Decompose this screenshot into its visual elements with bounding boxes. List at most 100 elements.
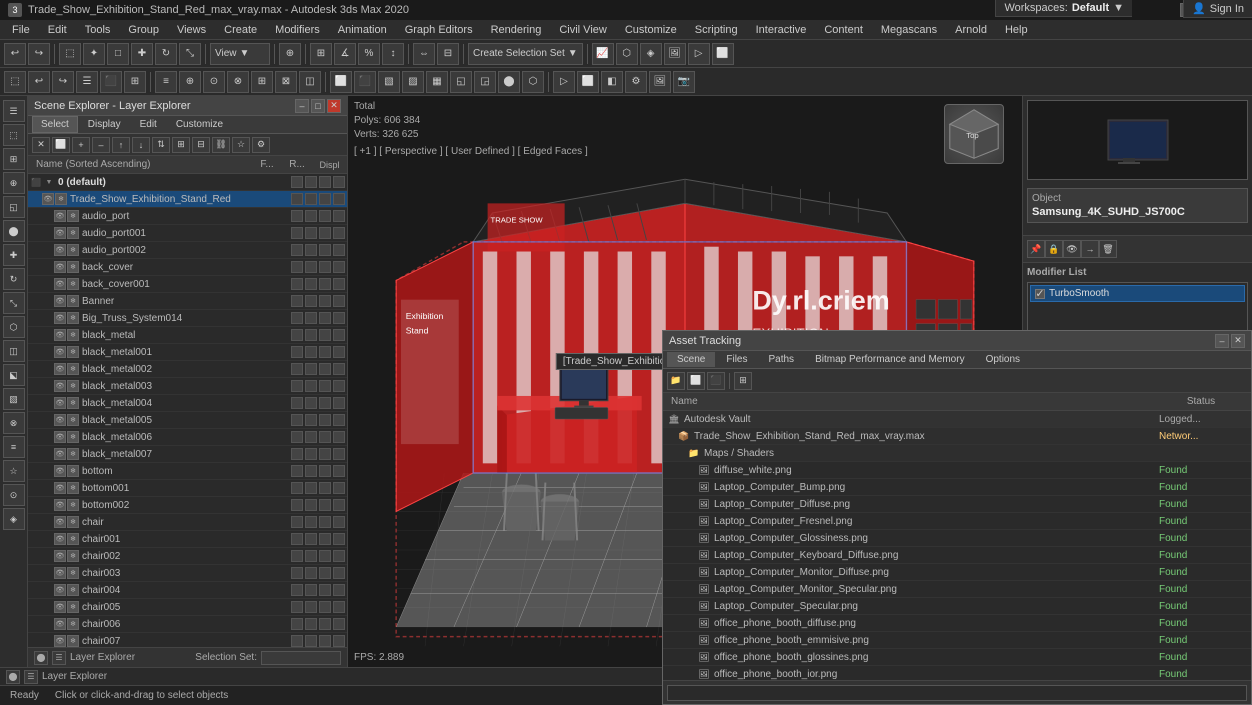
scene-col-icon[interactable] [319,397,331,409]
left-btn-11[interactable]: ◫ [3,340,25,362]
scene-col-icon[interactable] [333,176,345,188]
scene-freeze-icon[interactable]: ❄ [67,465,79,477]
scene-col-icon[interactable] [319,601,331,613]
scene-col-icon[interactable] [291,397,303,409]
scene-eye-icon[interactable]: 👁 [54,363,66,375]
asset-panel-close[interactable]: ✕ [1231,334,1245,348]
scene-row[interactable]: 👁❄Big_Truss_System014 [28,310,347,327]
asset-tab-options[interactable]: Options [976,352,1030,367]
menu-views[interactable]: Views [169,22,214,38]
tb2-btn21[interactable]: ⬤ [498,71,520,93]
menu-group[interactable]: Group [120,22,167,38]
scene-col-icon[interactable] [291,295,303,307]
scene-freeze-icon[interactable]: ❄ [67,278,79,290]
scene-col-icon[interactable] [319,618,331,630]
selection-set-input[interactable] [261,651,341,665]
scene-col-icon[interactable] [319,431,331,443]
asset-tb-btn3[interactable]: ⬛ [707,372,725,390]
scene-col-icon[interactable] [305,550,317,562]
menu-content[interactable]: Content [816,22,871,38]
align-button[interactable]: ⊟ [437,43,459,65]
scene-eye-icon[interactable]: 👁 [54,329,66,341]
scene-col-icon[interactable] [333,227,345,239]
scene-col-icon[interactable] [291,499,303,511]
navigation-cube[interactable]: Top [944,104,1014,174]
scene-col-icon[interactable] [305,584,317,596]
scene-row[interactable]: 👁❄chair005 [28,599,347,616]
menu-graph-editors[interactable]: Graph Editors [397,22,481,38]
tb2-btn5[interactable]: ⬛ [100,71,122,93]
asset-row[interactable]: 🖼office_phone_booth_diffuse.pngFound [663,615,1251,632]
pivot-button[interactable]: ⊕ [279,43,301,65]
left-btn-7[interactable]: ✚ [3,244,25,266]
scene-col-icon[interactable] [333,601,345,613]
scene-row[interactable]: 👁❄black_metal006 [28,429,347,446]
scene-eye-icon[interactable]: 👁 [54,244,66,256]
scene-eye-icon[interactable]: 👁 [54,295,66,307]
snap-toggle-button[interactable]: ⊞ [310,43,332,65]
scene-footer-btn2[interactable]: ☰ [52,651,66,665]
scene-col-icon[interactable] [305,431,317,443]
scene-col-icon[interactable] [305,448,317,460]
left-btn-10[interactable]: ⬡ [3,316,25,338]
scene-row[interactable]: 👁❄back_cover [28,259,347,276]
mirror-button[interactable]: ⇔ [413,43,435,65]
workspaces-dropdown-icon[interactable]: ▼ [1113,2,1124,14]
asset-row[interactable]: 🖼office_phone_booth_emmisive.pngFound [663,632,1251,649]
scene-col-icon[interactable] [333,312,345,324]
material-editor-button[interactable]: ◈ [640,43,662,65]
scene-col-icon[interactable] [319,516,331,528]
scene-col-icon[interactable] [319,567,331,579]
scene-col-icon[interactable] [319,482,331,494]
scene-col-icon[interactable] [333,380,345,392]
scene-row[interactable]: 👁❄bottom001 [28,480,347,497]
scene-freeze-icon[interactable]: ❄ [67,380,79,392]
scene-col-icon[interactable] [305,499,317,511]
scene-eye-icon[interactable]: 👁 [54,380,66,392]
asset-tab-scene[interactable]: Scene [667,352,715,367]
left-btn-2[interactable]: ⬚ [3,124,25,146]
scene-row[interactable]: 👁❄bottom002 [28,497,347,514]
tb2-render1[interactable]: ▷ [553,71,575,93]
scene-col-icon[interactable] [333,329,345,341]
scene-tb-move-dn[interactable]: ↓ [132,137,150,153]
scene-col-icon[interactable] [305,278,317,290]
scene-col-icon[interactable] [291,567,303,579]
scene-freeze-icon[interactable]: ❄ [67,227,79,239]
asset-row[interactable]: 🖼office_phone_booth_glossines.pngFound [663,649,1251,666]
mod-move-btn[interactable]: → [1081,240,1099,258]
scene-col-icon[interactable] [291,533,303,545]
scene-row[interactable]: 👁❄chair002 [28,548,347,565]
select-button[interactable]: ⬚ [59,43,81,65]
scene-tb-add[interactable]: + [72,137,90,153]
scene-tab-select[interactable]: Select [32,116,78,133]
scene-freeze-icon[interactable]: ❄ [67,295,79,307]
scene-freeze-icon[interactable]: ❄ [67,533,79,545]
scene-row[interactable]: 👁❄bottom [28,463,347,480]
scene-col-icon[interactable] [291,363,303,375]
scene-eye-icon[interactable]: 👁 [54,516,66,528]
asset-tab-files[interactable]: Files [716,352,757,367]
scene-col-icon[interactable] [291,193,303,205]
scene-col-icon[interactable] [291,244,303,256]
left-btn-17[interactable]: ⊙ [3,484,25,506]
scene-col-icon[interactable] [333,210,345,222]
tb2-btn20[interactable]: ◲ [474,71,496,93]
asset-tb-btn2[interactable]: ⬜ [687,372,705,390]
scene-col-icon[interactable] [319,312,331,324]
scene-eye-icon[interactable]: 👁 [54,567,66,579]
render-button[interactable]: ▷ [688,43,710,65]
tb2-btn17[interactable]: ▨ [402,71,424,93]
scene-eye-icon[interactable]: 👁 [54,601,66,613]
scene-col-icon[interactable] [291,431,303,443]
scene-eye-icon[interactable]: 👁 [54,278,66,290]
asset-row[interactable]: 🖼office_phone_booth_ior.pngFound [663,666,1251,680]
tb2-btn22[interactable]: ⬡ [522,71,544,93]
scene-col-icon[interactable] [291,635,303,647]
scene-row[interactable]: 👁❄black_metal [28,327,347,344]
scene-col-icon[interactable] [319,533,331,545]
scene-col-icon[interactable] [333,448,345,460]
tb2-render6[interactable]: 📷 [673,71,695,93]
asset-row[interactable]: 🏛Autodesk VaultLogged... [663,411,1251,428]
asset-row[interactable]: 🖼Laptop_Computer_Diffuse.pngFound [663,496,1251,513]
